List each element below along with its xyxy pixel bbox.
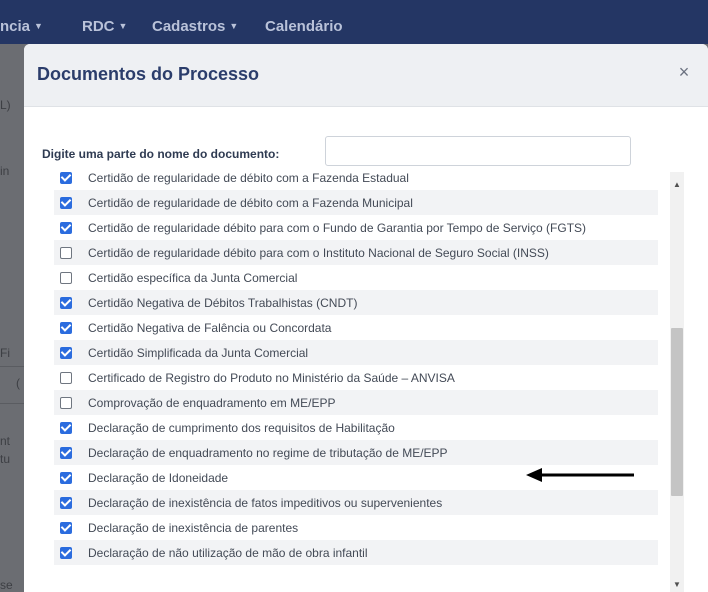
checkbox-checked[interactable] [60,422,72,434]
document-list-item[interactable]: Declaração de inexistência de parentes [54,515,658,540]
checkbox-checked[interactable] [60,522,72,534]
scroll-up-icon[interactable]: ▲ [670,178,684,192]
caret-down-icon: ▼ [229,21,239,31]
checkbox-checked[interactable] [60,222,72,234]
modal-title: Documentos do Processo [37,64,260,84]
nav-item-label: Cadastros [152,18,226,35]
background-text: ( [16,376,20,390]
checkbox-unchecked[interactable] [60,247,72,259]
background-text: nt [0,434,11,448]
document-label: Certidão Negativa de Débitos Trabalhista… [88,296,358,310]
close-icon[interactable]: × [676,63,692,81]
document-list-item[interactable]: Declaração de não utilização de mão de o… [54,540,658,565]
document-label: Declaração de enquadramento no regime de… [88,446,448,460]
nav-item-label: RDC [82,18,115,35]
document-label: Comprovação de enquadramento em ME/EPP [88,396,336,410]
document-label: Certidão de regularidade débito para com… [88,221,587,235]
document-list-item[interactable]: Certidão de regularidade débito para com… [54,215,658,240]
background-text: in [0,164,10,178]
documents-modal: Documentos do Processo × Digite uma part… [24,44,708,592]
checkbox-checked[interactable] [60,347,72,359]
document-label: Certidão de regularidade débito para com… [88,246,549,260]
document-list-item[interactable]: Certidão de regularidade de débito com a… [54,172,658,190]
document-label: Declaração de não utilização de mão de o… [88,546,368,560]
left-arrow-icon [526,468,634,482]
document-label: Certidão específica da Junta Comercial [88,271,298,285]
checkbox-unchecked[interactable] [60,372,72,384]
document-list-item[interactable]: Certidão Negativa de Falência ou Concord… [54,315,658,340]
checkbox-checked[interactable] [60,547,72,559]
nav-item-calendario[interactable]: Calendário [265,18,343,35]
checkbox-checked[interactable] [60,172,72,184]
scrollbar[interactable]: ▲ ▼ [670,172,684,592]
checkbox-unchecked[interactable] [60,397,72,409]
checkbox-checked[interactable] [60,447,72,459]
background-text: tu [0,452,11,466]
background-text: L) [0,98,11,112]
document-list-item[interactable]: Certificado de Registro do Produto no Mi… [54,365,658,390]
nav-item-label: Calendário [265,18,343,35]
search-label: Digite uma parte do nome do documento: [42,147,280,161]
document-list: Certidão de regularidade de débito com a… [54,172,658,592]
scroll-thumb[interactable] [671,328,683,496]
document-list-item[interactable]: Certidão Negativa de Débitos Trabalhista… [54,290,658,315]
document-list-item[interactable]: Declaração de inexistência de fatos impe… [54,490,658,515]
nav-item-label: ncia [0,18,31,35]
document-label: Certidão de regularidade de débito com a… [88,172,409,185]
document-list-item[interactable]: Certidão específica da Junta Comercial [54,265,658,290]
document-list-item[interactable]: Certidão de regularidade de débito com a… [54,190,658,215]
checkbox-checked[interactable] [60,197,72,209]
nav-item-rdc[interactable]: RDC ▼ [82,18,127,35]
document-label: Certificado de Registro do Produto no Mi… [88,371,455,385]
checkbox-checked[interactable] [60,322,72,334]
document-list-item[interactable]: Declaração de enquadramento no regime de… [54,440,658,465]
document-label: Certidão Simplificada da Junta Comercial [88,346,309,360]
caret-down-icon: ▼ [118,21,128,31]
document-label: Declaração de cumprimento dos requisitos… [88,421,395,435]
document-label: Declaração de inexistência de fatos impe… [88,496,443,510]
document-list-item[interactable]: Declaração de cumprimento dos requisitos… [54,415,658,440]
checkbox-unchecked[interactable] [60,272,72,284]
nav-item-partial[interactable]: ncia ▼ [0,18,43,35]
document-list-item[interactable]: Certidão Simplificada da Junta Comercial [54,340,658,365]
checkbox-checked[interactable] [60,297,72,309]
document-list-item[interactable]: Certidão de regularidade débito para com… [54,240,658,265]
checkbox-checked[interactable] [60,497,72,509]
document-list-item[interactable]: Comprovação de enquadramento em ME/EPP [54,390,658,415]
document-label: Certidão de regularidade de débito com a… [88,196,413,210]
document-label: Certidão Negativa de Falência ou Concord… [88,321,332,335]
search-input[interactable] [325,136,631,166]
caret-down-icon: ▼ [34,21,43,31]
top-navbar: ncia ▼ RDC ▼ Cadastros ▼ Calendário [0,0,708,44]
nav-item-cadastros[interactable]: Cadastros ▼ [152,18,238,35]
scroll-down-icon[interactable]: ▼ [670,578,684,592]
checkbox-checked[interactable] [60,472,72,484]
modal-header: Documentos do Processo × [24,44,708,107]
background-text: se [0,578,13,592]
document-label: Declaração de inexistência de parentes [88,521,299,535]
background-text: Fi [0,346,10,360]
